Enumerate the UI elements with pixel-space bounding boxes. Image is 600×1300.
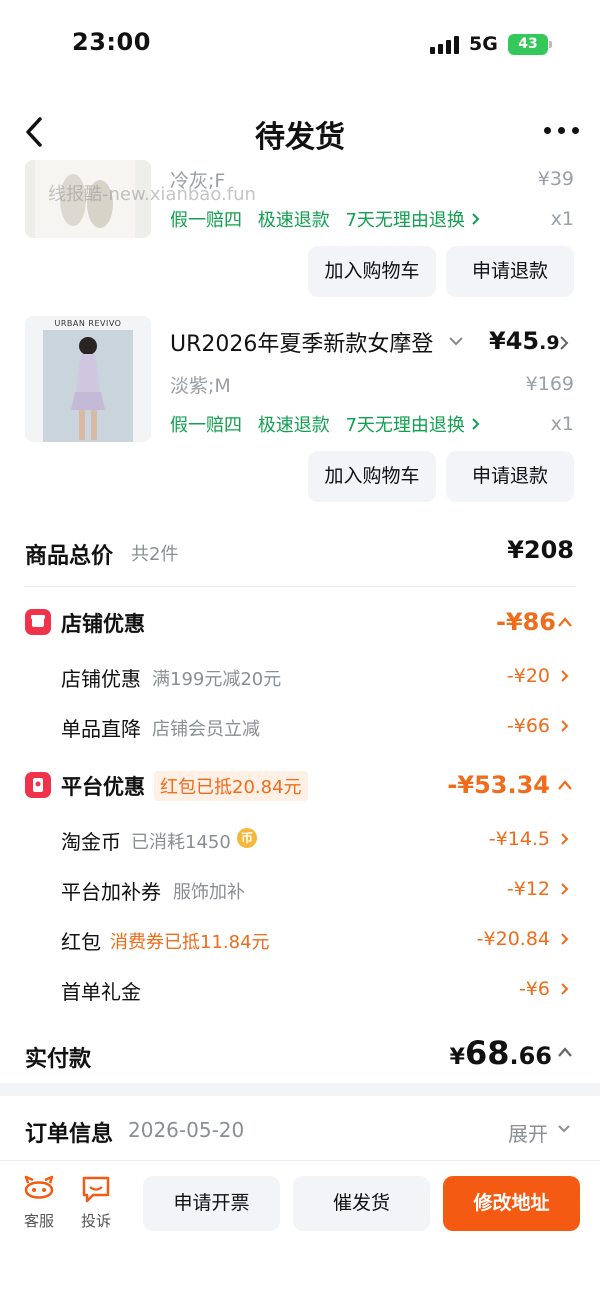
refund-button[interactable]: 申请退款 [446,451,574,502]
paid-amount: ¥68.66 [450,1034,552,1072]
product-original-price: ¥169 [525,373,574,395]
discount-item-label: 首单礼金 [61,980,141,1004]
service-tag: 极速退款 [257,415,330,436]
discount-item-amount[interactable]: -¥20.84 [477,928,550,950]
customer-service-label[interactable]: 客服 [14,1210,64,1231]
expand-button[interactable]: 展开 [508,1118,548,1147]
product-price: ¥45.9 [489,327,560,355]
chevron-right-icon[interactable] [560,832,570,846]
divider [25,586,575,587]
service-tag: 7天无理由退换 [345,415,465,436]
discount-item-desc: 满199元减20元 [152,669,282,690]
add-to-cart-button[interactable]: 加入购物车 [308,451,436,502]
add-to-cart-button[interactable]: 加入购物车 [308,246,436,297]
service-tags[interactable]: 假一赔四 极速退款 7天无理由退换 [170,206,481,232]
chevron-up-icon[interactable] [557,779,573,791]
chevron-up-icon[interactable] [557,616,573,628]
status-time: 23:00 [72,28,151,56]
chevron-right-icon [471,418,480,430]
platform-discount-amount: -¥53.34 [447,771,550,799]
shop-discount-amount: -¥86 [495,608,556,636]
urge-shipping-button[interactable]: 催发货 [293,1176,430,1231]
shop-icon [25,609,51,635]
product-spec: 淡紫;M [170,375,231,397]
complaint-icon[interactable] [80,1174,112,1204]
discount-item-amount[interactable]: -¥6 [519,978,550,1000]
section-separator [0,1083,600,1096]
coin-icon: 币 [237,828,257,848]
discount-item-label: 淘金币 [61,830,121,854]
red-packet-tag: 红包已抵20.84元 [154,771,308,801]
network-type: 5G [469,33,498,55]
more-icon[interactable] [542,118,582,142]
discount-item-amount[interactable]: -¥14.5 [489,828,550,850]
service-tag: 极速退款 [257,210,330,231]
shop-discount-label: 店铺优惠 [61,612,145,636]
discount-item-desc: 消费券已抵11.84元 [110,932,270,953]
product-qty: x1 [550,208,574,230]
chevron-up-icon[interactable] [557,1046,573,1058]
service-tags[interactable]: 假一赔四 极速退款 7天无理由退换 [170,411,481,437]
chevron-right-icon[interactable] [560,982,570,996]
battery-tip [549,41,552,48]
paid-decimal: .66 [509,1042,552,1070]
discount-item-desc: 已消耗1450 [131,832,231,853]
product-image[interactable]: URBAN REVIVO [25,316,151,442]
product-spec: 冷灰;F [170,170,226,192]
order-date: 2026-05-20 [128,1118,245,1142]
page-title: 待发货 [255,120,345,155]
product-title[interactable]: UR2026年夏季新款女摩登 [170,326,440,358]
invoice-button[interactable]: 申请开票 [143,1176,280,1231]
discount-item-label: 店铺优惠 [61,667,141,691]
price-decimal: .9 [539,332,560,354]
discount-item-label: 单品直降 [61,717,141,741]
discount-item-label: 红包 [61,930,101,954]
chevron-right-icon[interactable] [560,932,570,946]
service-tag: 假一赔四 [170,210,242,231]
platform-discount-label: 平台优惠 [61,775,145,799]
chevron-right-icon[interactable] [560,669,570,683]
signal-icon [430,36,462,54]
paid-currency: ¥ [449,1045,465,1070]
battery-icon: 43 [508,34,548,55]
total-count: 共2件 [131,544,179,565]
complaint-label[interactable]: 投诉 [71,1210,121,1231]
chevron-right-icon [471,213,480,225]
change-address-button[interactable]: 修改地址 [443,1176,580,1231]
service-tag: 7天无理由退换 [345,210,465,231]
total-label: 商品总价 [25,544,114,569]
chevron-right-icon[interactable] [560,882,570,896]
back-arrow-icon[interactable] [20,114,50,150]
discount-item-amount[interactable]: -¥12 [507,878,550,900]
product-original-price: ¥39 [537,168,574,190]
discount-item-desc: 服饰加补 [173,882,245,903]
total-amount: ¥208 [507,536,574,564]
product-qty: x1 [550,413,574,435]
order-info-label: 订单信息 [25,1122,114,1147]
customer-service-icon[interactable] [22,1174,56,1204]
discount-item-amount[interactable]: -¥20 [507,665,550,687]
paid-label: 实付款 [25,1047,92,1072]
discount-item-amount[interactable]: -¥66 [507,715,550,737]
chevron-right-icon[interactable] [558,335,570,351]
service-tag: 假一赔四 [170,415,242,436]
discount-item-label: 平台加补券 [61,880,161,904]
chevron-down-icon[interactable] [448,334,464,348]
paid-main: 68 [464,1034,510,1072]
red-packet-icon [25,772,51,798]
product-brand: URBAN REVIVO [54,319,122,328]
discount-item-desc: 店铺会员立减 [152,719,260,740]
chevron-down-icon[interactable] [557,1124,571,1134]
refund-button[interactable]: 申请退款 [446,246,574,297]
price-main: ¥45 [489,327,540,355]
chevron-right-icon[interactable] [560,719,570,733]
